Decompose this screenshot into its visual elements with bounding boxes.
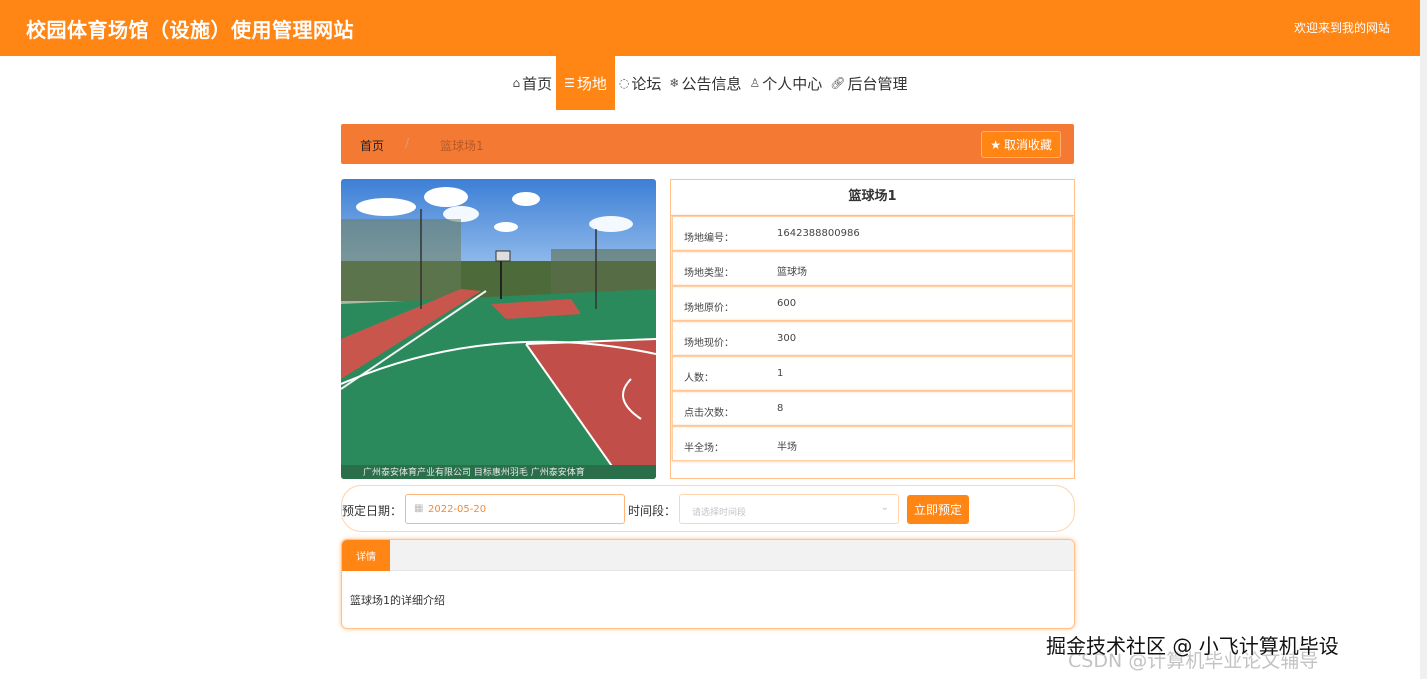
chevron-down-icon: ⌄: [880, 502, 889, 513]
info-label: 场地现价：: [684, 338, 734, 349]
date-value: 2022-05-20: [428, 504, 487, 515]
info-row: 场地编号： 1642388800986: [672, 216, 1073, 251]
time-slot-select[interactable]: 请选择时间段 ⌄: [679, 494, 899, 524]
nav-item-profile[interactable]: ♙ 个人中心: [745, 56, 826, 110]
nav-item-home[interactable]: ⌂ 首页: [508, 56, 556, 110]
info-value: 8: [777, 403, 784, 414]
star-icon: ★: [990, 137, 1001, 152]
detail-panel: 详情 篮球场1的详细介绍: [341, 539, 1075, 629]
info-label: 场地类型：: [684, 268, 734, 279]
nav-item-label: 首页: [522, 74, 553, 93]
date-label: 预定日期：: [342, 504, 403, 518]
slot-label: 时间段：: [628, 504, 677, 518]
info-value: 300: [777, 333, 797, 344]
info-row: 场地原价： 600: [672, 286, 1073, 321]
photo-caption: 广州泰安体育产业有限公司 目标惠州羽毛 广州泰安体育: [363, 466, 585, 478]
link-icon: 🔗︎: [830, 76, 846, 90]
nav-item-label: 个人中心: [762, 74, 823, 93]
breadcrumb-separator: /: [405, 136, 410, 150]
venue-info-panel: 篮球场1 场地编号： 1642388800986 场地类型： 篮球场 场地原价：…: [670, 179, 1075, 479]
info-row: 场地现价： 300: [672, 321, 1073, 356]
info-row: 场地类型： 篮球场: [672, 251, 1073, 286]
detail-tab-bar: 详情: [342, 540, 1074, 571]
slot-placeholder: 请选择时间段: [692, 508, 747, 518]
info-label: 场地编号：: [684, 233, 734, 244]
main-nav: ⌂ 首页 ☰ 场地 ◌ 论坛 ❄ 公告信息 ♙ 个人中心 🔗︎ 后台管理: [0, 56, 1420, 110]
site-title[interactable]: 校园体育场馆（设施）使用管理网站: [26, 14, 354, 43]
info-value: 篮球场: [777, 267, 807, 278]
nav-item-label: 场地: [576, 74, 607, 93]
window-scrollbar[interactable]: [1420, 0, 1427, 679]
nav-item-label: 公告信息: [681, 74, 742, 93]
info-label: 半全场：: [684, 443, 724, 454]
book-now-button[interactable]: 立即预定: [907, 495, 969, 524]
info-label: 人数：: [684, 373, 714, 384]
detail-content: 篮球场1的详细介绍: [350, 594, 445, 607]
nav-item-notice[interactable]: ❄ 公告信息: [665, 56, 745, 110]
venue-title: 篮球场1: [671, 180, 1074, 216]
venue-icon: ☰: [564, 76, 575, 90]
calendar-icon: ▦: [414, 503, 424, 514]
info-row: 点击次数： 8: [672, 391, 1073, 426]
info-value: 半场: [777, 442, 797, 453]
unfavorite-button[interactable]: ★ 取消收藏: [982, 132, 1060, 157]
info-value: 600: [777, 298, 797, 309]
tab-detail[interactable]: 详情: [342, 540, 390, 571]
booking-form: 预定日期： ▦ 2022-05-20 时间段： 请选择时间段 ⌄ 立即预定: [341, 485, 1075, 532]
info-row: 人数： 1: [672, 356, 1073, 391]
info-value: 1: [777, 368, 784, 379]
forum-icon: ◌: [618, 76, 630, 90]
basketball-court-image: 广州泰安体育产业有限公司 目标惠州羽毛 广州泰安体育: [341, 179, 656, 479]
user-icon: ♙: [749, 76, 761, 90]
nav-item-venue[interactable]: ☰ 场地: [556, 56, 615, 110]
info-value: 1642388800986: [777, 228, 860, 239]
info-row: 半全场： 半场: [672, 426, 1073, 461]
date-picker-input[interactable]: ▦ 2022-05-20: [405, 494, 625, 524]
home-icon: ⌂: [512, 76, 521, 90]
info-label: 点击次数：: [684, 408, 734, 419]
venue-photo: 广州泰安体育产业有限公司 目标惠州羽毛 广州泰安体育: [341, 179, 656, 479]
nav-item-label: 后台管理: [847, 74, 908, 93]
info-label: 场地原价：: [684, 303, 734, 314]
top-header-bar: 校园体育场馆（设施）使用管理网站 欢迎来到我的网站: [0, 0, 1420, 56]
nav-item-admin[interactable]: 🔗︎ 后台管理: [826, 56, 911, 110]
welcome-text: 欢迎来到我的网站: [1293, 21, 1390, 35]
breadcrumb: 首页 / 篮球场1 ★ 取消收藏: [341, 124, 1074, 164]
notice-icon: ❄: [669, 76, 680, 90]
nav-item-label: 论坛: [631, 74, 662, 93]
breadcrumb-current: 篮球场1: [440, 139, 484, 153]
nav-item-forum[interactable]: ◌ 论坛: [615, 56, 666, 110]
juejin-watermark: 掘金技术社区 @ 小飞计算机毕设: [1046, 634, 1339, 658]
unfavorite-label: 取消收藏: [1003, 138, 1052, 152]
breadcrumb-home[interactable]: 首页: [360, 137, 384, 154]
